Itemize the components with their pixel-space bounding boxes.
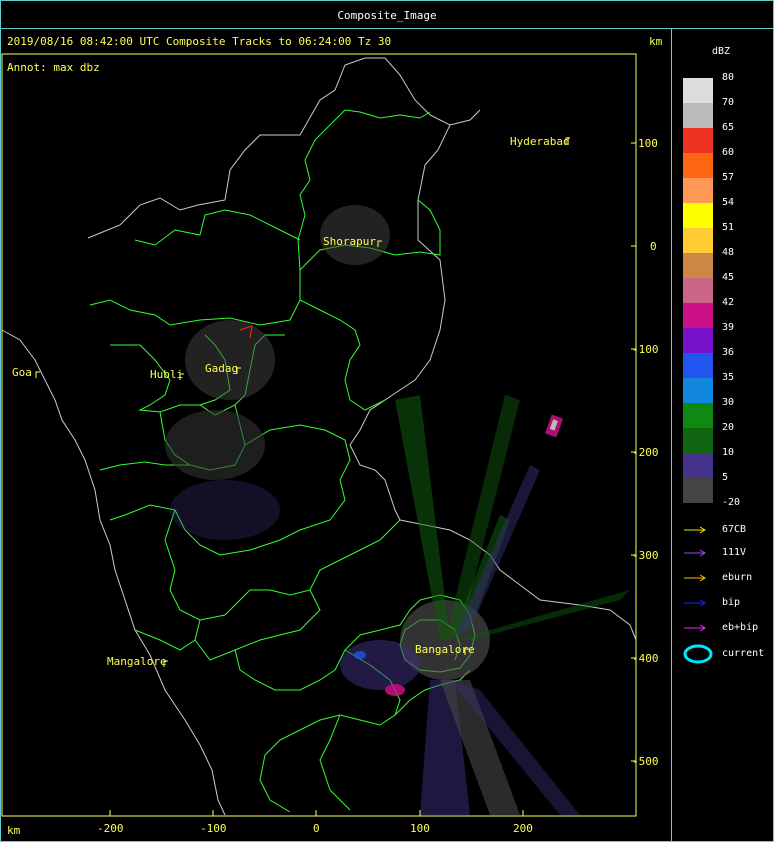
unit-label-km-bottom: km	[7, 824, 21, 837]
scale-swatch	[683, 203, 713, 228]
scale-swatch	[683, 153, 713, 178]
scale-label: 51	[722, 222, 735, 233]
scale-swatch	[683, 378, 713, 403]
track-legend-arrows	[684, 526, 706, 632]
scale-swatch	[683, 453, 713, 478]
scale-swatch	[683, 128, 713, 153]
scale-label: 60	[722, 147, 735, 158]
scale-swatch	[683, 103, 713, 128]
scale-label: 70	[722, 97, 735, 108]
city-label-goa: Goa	[12, 366, 32, 379]
unit-label-km-top: km	[649, 35, 663, 48]
radar-map: Hyderabad Shorapur Goa Hubli Gadag Manga…	[1, 53, 713, 835]
scale-label: 57	[722, 172, 735, 183]
city-label-mangalore: Mangalore	[107, 655, 167, 668]
state-border	[1, 57, 637, 816]
radar-echoes	[165, 205, 630, 815]
city-label-hubli: Hubli	[150, 368, 183, 381]
legend-label-eb-bip: eb+bip	[722, 622, 759, 633]
scale-swatch	[683, 478, 713, 503]
scale-swatch	[683, 353, 713, 378]
y-tick-label: -400	[632, 652, 659, 665]
legend-label-eburn: eburn	[722, 572, 753, 583]
x-tick-label: 0	[313, 822, 320, 835]
scale-swatch	[683, 428, 713, 453]
y-tick-label: 100	[638, 137, 658, 150]
scale-label: -20	[722, 497, 741, 508]
scale-swatch	[683, 328, 713, 353]
scale-label: 36	[722, 347, 735, 358]
scale-swatch	[683, 403, 713, 428]
legend-label-bip: bip	[722, 597, 741, 608]
scale-swatch	[683, 178, 713, 203]
y-tick-label: -500	[632, 755, 659, 768]
scale-title: dBZ	[712, 46, 731, 57]
x-tick-label: -200	[97, 822, 124, 835]
city-markers	[35, 137, 570, 667]
city-label-hyderabad: Hyderabad	[510, 135, 570, 148]
plot-frame	[1, 53, 637, 817]
scale-label: 20	[722, 422, 735, 433]
scale-label: 65	[722, 122, 735, 133]
x-tick-label: 200	[513, 822, 533, 835]
legend-label-111v: 111V	[722, 547, 747, 558]
y-tick-label: -300	[632, 549, 659, 562]
scale-label: 54	[722, 197, 735, 208]
scale-label: 10	[722, 447, 735, 458]
scale-label: 30	[722, 397, 735, 408]
current-track-icon	[683, 644, 713, 664]
y-tick-label: -100	[632, 343, 659, 356]
scale-swatch	[683, 278, 713, 303]
scale-swatch	[683, 303, 713, 328]
scale-swatch	[683, 78, 713, 103]
scale-swatch	[683, 228, 713, 253]
scale-label: 45	[722, 272, 735, 283]
scale-label: 42	[722, 297, 735, 308]
scale-label: 39	[722, 322, 735, 333]
x-tick-label: -100	[200, 822, 227, 835]
scale-label: 35	[722, 372, 735, 383]
city-label-gadag: Gadag	[205, 362, 238, 375]
scale-swatch	[683, 253, 713, 278]
legend-label-current: current	[722, 648, 765, 659]
x-tick-label: 100	[410, 822, 430, 835]
scale-label: 48	[722, 247, 735, 258]
annotation-label: Annot: max dbz	[7, 61, 100, 74]
scale-label: 80	[722, 72, 735, 83]
scale-label: 5	[722, 472, 729, 483]
y-tick-label: 0	[650, 240, 657, 253]
timestamp-header: 2019/08/16 08:42:00 UTC Composite Tracks…	[7, 35, 392, 48]
y-tick-label: -200	[632, 446, 659, 459]
legend-label-67cb: 67CB	[722, 524, 747, 535]
city-label-shorapur: Shorapur	[323, 235, 376, 248]
